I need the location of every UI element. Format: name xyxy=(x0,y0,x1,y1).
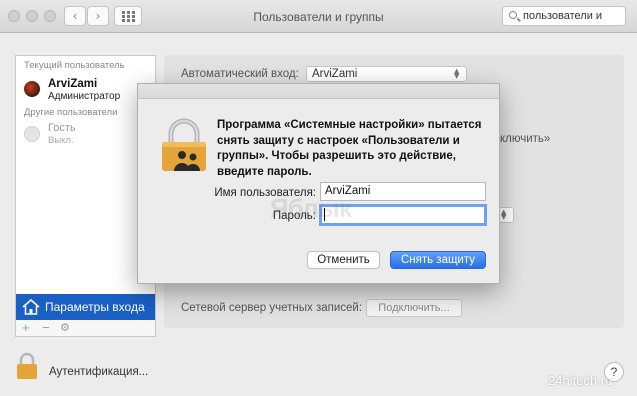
current-user-role: Администратор xyxy=(48,91,121,102)
users-sidebar: Текущий пользователь ArviZami Администра… xyxy=(15,55,156,321)
updown-chevron-icon: ▲ ▼ xyxy=(501,208,507,221)
dialog-message: Программа «Системные настройки» пытается… xyxy=(217,119,482,178)
cancel-button[interactable]: Отменить xyxy=(307,251,380,269)
house-icon xyxy=(22,299,40,315)
avatar xyxy=(24,81,40,97)
sidebar-item-login-options[interactable]: Параметры входа xyxy=(16,294,155,321)
auth-dialog: Программа «Системные настройки» пытается… xyxy=(137,83,500,284)
search-input[interactable]: пользователи и xyxy=(502,6,626,26)
add-user-button[interactable]: + xyxy=(22,320,30,336)
padlock-users-icon xyxy=(162,118,206,171)
sidebar-item-current-user[interactable]: ArviZami Администратор xyxy=(24,78,154,102)
window-titlebar: ‹ › Пользователи и группы пользователи и xyxy=(0,0,637,33)
remove-user-button[interactable]: − xyxy=(42,320,50,336)
search-value: пользователи и xyxy=(523,10,603,22)
unlock-button[interactable]: Снять защиту xyxy=(390,251,486,269)
guest-status: Выкл. xyxy=(48,135,74,146)
guest-avatar-icon xyxy=(24,126,40,142)
autologin-value: ArviZami xyxy=(312,68,358,80)
option-select[interactable]: ▲ ▼ xyxy=(498,207,514,223)
authentication-label: Аутентификация... xyxy=(49,366,149,378)
current-user-name: ArviZami xyxy=(48,78,98,90)
center-watermark: Яблык xyxy=(270,193,352,223)
guest-name: Гость xyxy=(48,122,76,134)
updown-chevron-icon: ▲ ▼ xyxy=(454,67,460,80)
gear-icon[interactable]: ⚙ xyxy=(60,320,70,336)
search-icon xyxy=(509,11,517,19)
sidebar-toolbar: + − ⚙ xyxy=(15,320,156,337)
partial-option-label: ключить» xyxy=(500,133,551,145)
sidebar-item-guest[interactable]: Гость Выкл. xyxy=(24,122,154,147)
autologin-select[interactable]: ArviZami ▲ ▼ xyxy=(306,66,467,82)
lock-icon[interactable] xyxy=(16,352,38,380)
other-users-header: Другие пользователи xyxy=(24,107,118,118)
watermark: 24hitech.ru xyxy=(548,373,613,388)
login-options-label: Параметры входа xyxy=(45,300,145,314)
autologin-label: Автоматический вход: xyxy=(181,68,299,80)
network-server-label: Сетевой сервер учетных записей: xyxy=(181,302,363,314)
connect-button[interactable]: Подключить... xyxy=(366,299,462,317)
current-user-header: Текущий пользователь xyxy=(24,60,125,71)
dialog-titlebar xyxy=(138,84,499,99)
